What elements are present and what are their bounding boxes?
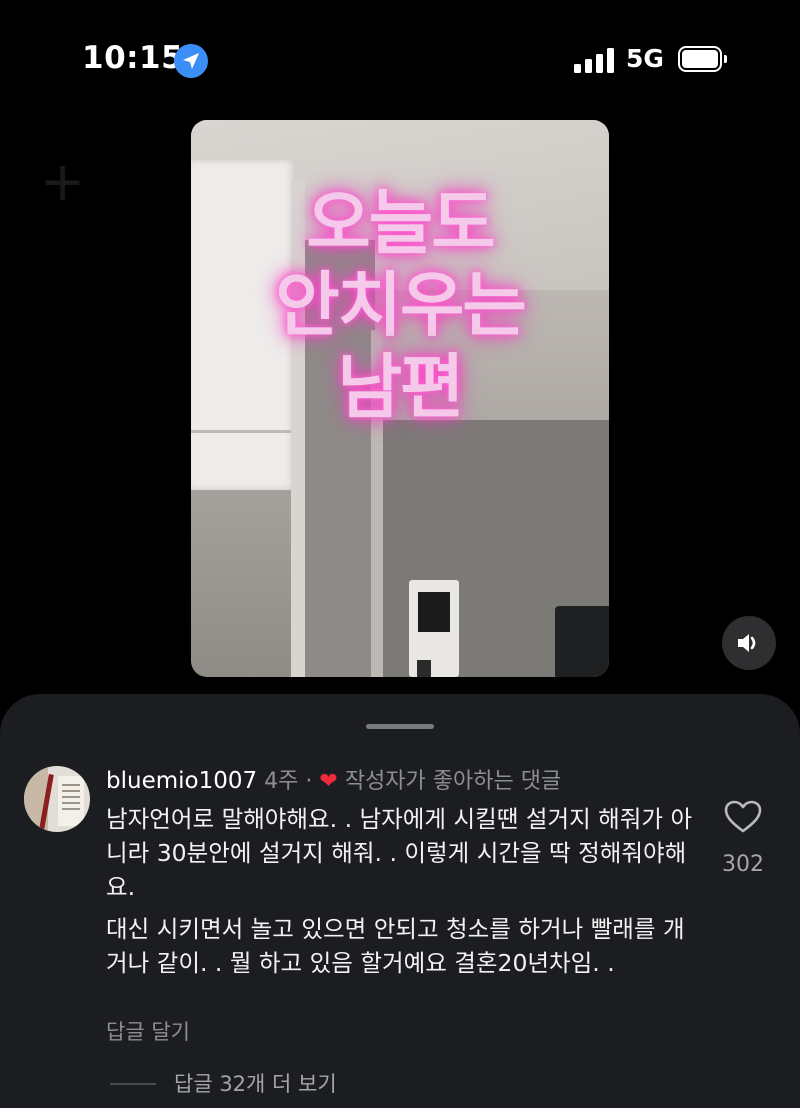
- comment-username[interactable]: bluemio1007: [106, 768, 257, 794]
- meta-separator: ·: [305, 769, 313, 794]
- status-time: 10:15: [82, 40, 184, 76]
- like-heart-icon[interactable]: [724, 800, 762, 834]
- speaker-volume-icon: [738, 634, 756, 652]
- comment-paragraph: 남자언어로 말해야해요. . 남자에게 시킬땐 설거지 해줘가 아니라 30분안…: [106, 805, 693, 901]
- view-replies-label[interactable]: 답글 32개 더 보기: [174, 1068, 337, 1098]
- battery-icon: [678, 46, 727, 72]
- like-count: 302: [722, 852, 764, 877]
- plus-icon: +: [40, 150, 86, 213]
- replies-divider: [110, 1083, 156, 1085]
- avatar[interactable]: [24, 766, 90, 832]
- overlay-line: 안치우는: [275, 264, 527, 346]
- volume-button[interactable]: [722, 616, 776, 670]
- comment-text: 남자언어로 말해야해요. . 남자에게 시킬땐 설거지 해줘가 아니라 30분안…: [106, 802, 696, 988]
- status-bar: 10:15 5G: [0, 0, 800, 110]
- video-speaker: [555, 606, 609, 677]
- cellular-signal-icon: [574, 47, 616, 73]
- video-overlay-title: 오늘도 안치우는 남편: [191, 182, 609, 428]
- comment-age: 4주: [264, 769, 299, 794]
- comment-meta: bluemio1007 4주 · ❤ 작성자가 좋아하는 댓글: [106, 766, 561, 797]
- overlay-line: 남편: [337, 346, 465, 428]
- video-wall-panel: [409, 580, 459, 677]
- overlay-line: 오늘도: [306, 182, 495, 264]
- comments-sheet: bluemio1007 4주 · ❤ 작성자가 좋아하는 댓글 남자언어로 말해…: [0, 694, 800, 1108]
- network-type: 5G: [626, 44, 664, 73]
- reply-button[interactable]: 답글 달기: [106, 1016, 190, 1046]
- location-arrow-icon: [174, 44, 208, 78]
- sheet-grabber[interactable]: [366, 724, 434, 729]
- creator-liked-label: 작성자가 좋아하는 댓글: [344, 769, 562, 794]
- heart-icon: ❤: [319, 769, 338, 794]
- video-player[interactable]: 오늘도 안치우는 남편: [191, 120, 609, 677]
- comment-paragraph: 대신 시키면서 놀고 있으면 안되고 청소를 하거나 빨래를 개거나 같이. .…: [106, 915, 685, 977]
